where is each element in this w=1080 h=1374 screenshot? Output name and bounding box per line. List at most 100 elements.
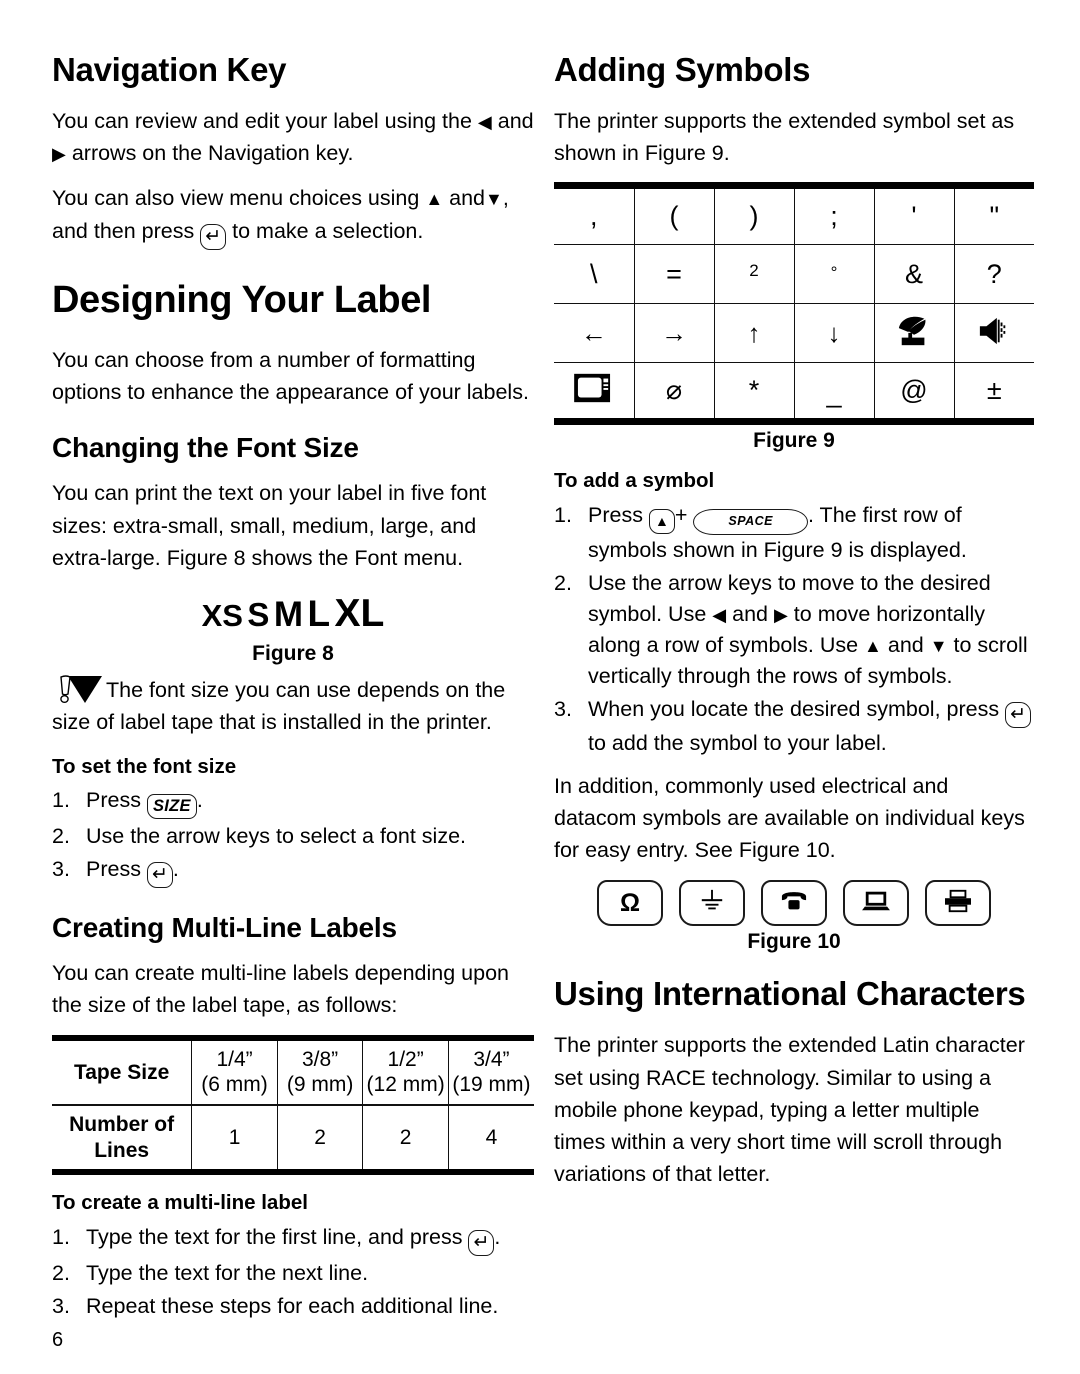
tape-size-inch: 3/8” <box>301 1047 339 1071</box>
font-size-note: The font size you can use depends on the… <box>52 674 534 739</box>
step-item: Use the arrow keys to select a font size… <box>52 821 534 852</box>
symbol-cell: * <box>713 362 795 422</box>
step-item: Type the text for the next line. <box>52 1258 534 1289</box>
figure-8-font-sizes: XS S M L XL <box>52 592 534 636</box>
number-of-lines-label: Number of Lines <box>52 1104 193 1173</box>
step-item: Press SIZE. <box>52 785 534 819</box>
underscore-symbol: _ <box>826 378 842 409</box>
step-text: Press <box>588 503 643 528</box>
table-row: , ( ) ; ' " <box>554 185 1034 246</box>
tape-size-mm: (12 mm) <box>366 1073 445 1097</box>
table-cell: 4 <box>447 1104 534 1173</box>
symbol-cell: ' <box>873 185 955 246</box>
up-arrow-symbol: ↑ <box>747 317 761 348</box>
telephone-icon <box>778 888 810 919</box>
table-cell: 1/4” (6 mm) <box>191 1037 278 1106</box>
symbol-cell: ; <box>793 185 875 246</box>
navigation-key-heading: Navigation Key <box>52 51 287 88</box>
nav-p1-text-a: You can review and edit your label using… <box>52 108 472 133</box>
right-arrow-icon: ▶ <box>52 144 66 165</box>
changing-font-size-heading: Changing the Font Size <box>52 432 359 463</box>
font-size-note-text: The font size you can use depends on the… <box>52 678 506 735</box>
international-characters-paragraph: The printer supports the extended Latin … <box>554 1033 1025 1187</box>
television-icon <box>572 374 616 411</box>
symbol-cell: " <box>953 185 1034 246</box>
table-cell: 1/2” (12 mm) <box>362 1037 449 1106</box>
adding-symbols-heading: Adding Symbols <box>554 51 811 88</box>
navigation-paragraph-1: You can review and edit your label using… <box>52 105 534 170</box>
symbol-cell <box>554 362 635 422</box>
create-multi-line-steps: Type the text for the first line, and pr… <box>52 1222 534 1323</box>
printer-key <box>925 880 991 927</box>
plus-sign: + <box>674 503 688 528</box>
warning-note-icon <box>52 674 104 704</box>
printer-icon <box>942 888 974 919</box>
table-cell: 2 <box>276 1104 364 1173</box>
nav-p2-text-a: You can also view menu choices using <box>52 186 420 211</box>
symbol-cell: → <box>633 303 715 364</box>
multi-line-labels-heading: Creating Multi-Line Labels <box>52 911 397 943</box>
table-cell: 2 <box>362 1104 449 1173</box>
table-row: Number of Lines 1 2 2 4 <box>52 1104 534 1173</box>
font-size-m: M <box>273 595 304 635</box>
computer-icon <box>860 888 892 919</box>
ohm-icon: Ω <box>619 888 641 917</box>
nav-p2-text-d: to make a selection. <box>232 218 424 243</box>
step-text: When you locate the desired symbol, pres… <box>588 697 1000 722</box>
tape-size-inch: 1/2” <box>387 1047 424 1071</box>
create-multi-line-procedure-title: To create a multi-line label <box>52 1191 308 1215</box>
table-row: ← → ↑ ↓ <box>554 303 1034 364</box>
step-text: Press <box>86 788 141 813</box>
down-arrow-icon: ▼ <box>929 636 948 657</box>
satellite-dish-icon <box>893 316 935 354</box>
down-arrow-symbol: ↓ <box>827 317 841 348</box>
step-item: Press ↵. <box>52 854 534 888</box>
speaker-icon <box>975 317 1013 353</box>
symbols-closing-paragraph: In addition, commonly used electrical an… <box>554 773 1025 863</box>
navigation-paragraph-2: You can also view menu choices using ▲ a… <box>52 182 534 250</box>
symbol-cell: ? <box>953 244 1034 305</box>
step-text-d: and <box>887 633 924 658</box>
tape-size-mm: (6 mm) <box>201 1073 268 1097</box>
computer-key <box>843 880 909 927</box>
designing-paragraph: You can choose from a number of formatti… <box>52 347 529 404</box>
table-row: Tape Size 1/4” (6 mm) 3/8” (9 mm) 1/2” (… <box>52 1037 534 1106</box>
symbol-cell: , <box>554 185 635 246</box>
step-text-post: . <box>196 788 203 813</box>
multi-line-paragraph: You can create multi-line labels dependi… <box>52 961 510 1018</box>
figure-10-caption: Figure 10 <box>747 930 841 954</box>
table-cell: 3/8” (9 mm) <box>276 1037 364 1106</box>
figure-9-caption: Figure 9 <box>753 429 835 453</box>
symbol-cell: ( <box>633 185 715 246</box>
step-item: When you locate the desired symbol, pres… <box>554 694 1034 759</box>
size-key-icon: SIZE <box>146 794 197 819</box>
font-size-xl: XL <box>334 592 385 636</box>
font-size-xs: XS <box>201 598 243 634</box>
international-characters-heading: Using International Characters <box>554 975 1026 1013</box>
number-of-lines-text: Number of Lines <box>69 1112 175 1162</box>
table-row: \ = 2 ° & ? <box>554 244 1034 305</box>
symbol-cell: ) <box>713 185 795 246</box>
symbol-cell: 2 <box>713 244 795 305</box>
up-arrow-icon: ▲ <box>864 636 882 657</box>
up-arrow-key-icon: ▲ <box>648 509 675 535</box>
table-row: ⌀ * _ @ ± <box>554 362 1034 422</box>
symbol-cell: ↑ <box>713 303 795 364</box>
step-text: Type the text for the next line. <box>86 1260 369 1285</box>
symbol-cell: ↓ <box>793 303 875 364</box>
symbol-cell: ⌀ <box>633 362 715 422</box>
step-text: Type the text for the first line, and pr… <box>86 1224 463 1249</box>
up-arrow-icon: ▲ <box>425 189 444 210</box>
page-number: 6 <box>52 1329 64 1351</box>
figure-10-key-row: Ω <box>554 880 1034 927</box>
tape-size-table: Tape Size 1/4” (6 mm) 3/8” (9 mm) 1/2” (… <box>52 1034 534 1176</box>
tape-size-mm: (9 mm) <box>286 1073 354 1097</box>
superscript-two: 2 <box>749 260 759 280</box>
nav-p1-text-b: and <box>497 108 534 133</box>
ground-key <box>679 880 745 927</box>
step-text: Repeat these steps for each additional l… <box>86 1293 499 1318</box>
symbol-cell: ° <box>793 244 875 305</box>
symbol-cell: _ <box>793 362 875 422</box>
step-text: Use the arrow keys to select a font size… <box>86 823 466 848</box>
left-arrow-icon: ◀ <box>712 604 727 625</box>
